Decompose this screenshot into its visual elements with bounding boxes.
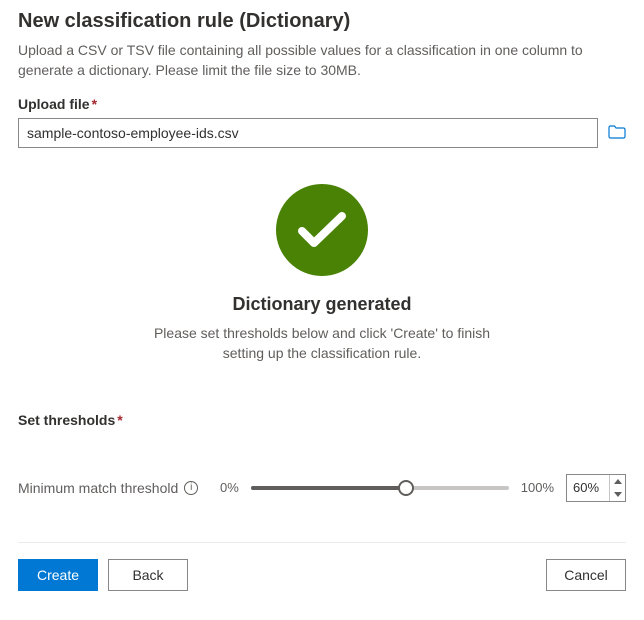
info-icon[interactable]: i <box>184 481 198 495</box>
required-asterisk: * <box>117 412 122 428</box>
set-thresholds-label: Set thresholds* <box>18 412 626 428</box>
status-title: Dictionary generated <box>142 294 502 315</box>
threshold-value: 60% <box>567 475 609 501</box>
min-match-threshold-label: Minimum match threshold <box>18 480 178 496</box>
status-subtitle: Please set thresholds below and click 'C… <box>142 323 502 364</box>
required-asterisk: * <box>92 96 97 112</box>
page-title: New classification rule (Dictionary) <box>18 10 626 33</box>
scale-max-label: 100% <box>521 480 554 495</box>
threshold-spin-input[interactable]: 60% <box>566 474 626 502</box>
create-button[interactable]: Create <box>18 559 98 591</box>
cancel-button[interactable]: Cancel <box>546 559 626 591</box>
spin-down-button[interactable] <box>610 488 625 501</box>
scale-min-label: 0% <box>220 480 239 495</box>
slider-thumb[interactable] <box>398 480 414 496</box>
success-check-icon <box>276 184 368 276</box>
threshold-slider[interactable] <box>251 480 509 496</box>
spin-up-button[interactable] <box>610 475 625 488</box>
upload-file-input[interactable] <box>18 118 598 148</box>
upload-file-label: Upload file* <box>18 96 626 112</box>
back-button[interactable]: Back <box>108 559 188 591</box>
page-description: Upload a CSV or TSV file containing all … <box>18 41 626 80</box>
browse-folder-icon[interactable] <box>608 125 626 142</box>
